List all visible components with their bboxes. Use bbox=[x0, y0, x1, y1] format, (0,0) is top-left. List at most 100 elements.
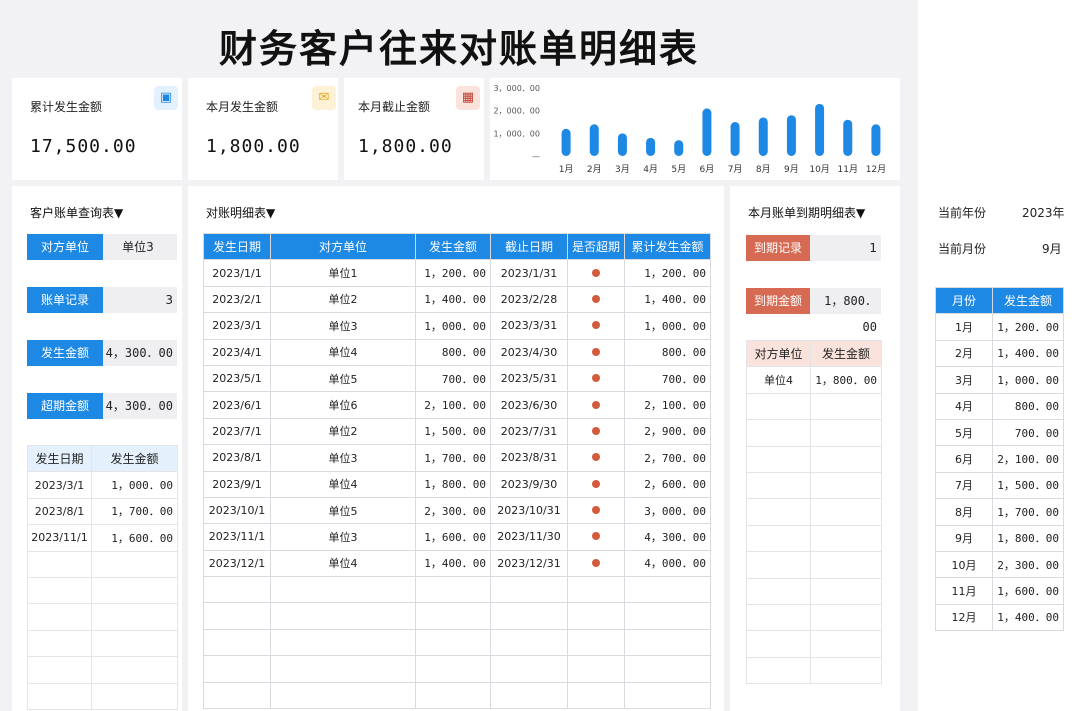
due-records-row: 到期记录 1 bbox=[746, 235, 881, 261]
detail-overdue bbox=[567, 364, 625, 393]
month-amount: 1，400．00 bbox=[992, 339, 1064, 368]
card-month: 本月发生金额 ✉ 1,800.00 bbox=[188, 78, 338, 180]
empty-cell bbox=[567, 576, 625, 604]
card-cutoff: 本月截止金额 ▦ 1,800.00 bbox=[344, 78, 484, 180]
detail-row: 2023/7/1 单位2 1，500．00 2023/7/31 2，900．00 bbox=[203, 417, 711, 446]
detail-cutoff: 2023/6/30 bbox=[490, 391, 568, 419]
empty-cell bbox=[91, 550, 178, 578]
detail-row: 2023/6/1 单位6 2，100．00 2023/6/30 2，100．00 bbox=[203, 391, 711, 419]
empty-cell bbox=[415, 681, 491, 710]
due-panel: 本月账单到期明细表▼ 到期记录 1 到期金额 1，800．00 对方单位 发生金… bbox=[730, 186, 900, 711]
x-tick-label: 7月 bbox=[728, 164, 743, 175]
records-value: 3 bbox=[103, 287, 177, 313]
empty-cell bbox=[746, 577, 811, 605]
query-table-header: 发生日期 发生金额 bbox=[27, 444, 178, 473]
chart-bar bbox=[702, 108, 712, 156]
detail-empty-row bbox=[203, 628, 711, 657]
x-tick-label: 4月 bbox=[643, 164, 658, 175]
month-table-header: 月份 发生金额 bbox=[935, 286, 1064, 315]
overdue-dot-icon bbox=[592, 268, 600, 277]
y-tick-label: 3，000．00 bbox=[493, 84, 540, 93]
detail-header-date: 发生日期 bbox=[203, 232, 271, 261]
amount-row: 发生金额 4，300．00 bbox=[27, 340, 177, 366]
query-date: 2023/11/1 bbox=[27, 524, 92, 552]
amount-value: 4，300．00 bbox=[103, 340, 177, 366]
month-row: 12月 1，400．00 bbox=[935, 603, 1064, 632]
year-value[interactable]: 2023年 bbox=[1022, 204, 1065, 221]
detail-cutoff: 2023/3/31 bbox=[490, 312, 568, 340]
detail-cutoff: 2023/5/31 bbox=[490, 364, 568, 393]
due-empty-row bbox=[746, 392, 882, 421]
month-row: 6月 2，100．00 bbox=[935, 445, 1064, 473]
party-select[interactable]: 单位3 bbox=[103, 234, 177, 260]
detail-cumulative: 1，200．00 bbox=[624, 259, 711, 287]
empty-cell bbox=[810, 471, 882, 500]
empty-cell bbox=[746, 551, 811, 579]
month-amount: 1，500．00 bbox=[992, 471, 1064, 500]
detail-amount: 1，800．00 bbox=[415, 470, 491, 498]
due-records-value: 1 bbox=[810, 235, 881, 261]
detail-overdue bbox=[567, 285, 625, 314]
card-total-value: 17,500.00 bbox=[30, 136, 137, 157]
page-title: 财务客户往来对账单明细表 bbox=[218, 27, 699, 71]
overdue-dot-icon bbox=[592, 294, 600, 303]
x-tick-label: 9月 bbox=[784, 164, 799, 175]
due-table-header: 对方单位 发生金额 bbox=[746, 339, 882, 368]
month-amount: 800．00 bbox=[992, 392, 1064, 420]
detail-row: 2023/10/1 单位5 2，300．00 2023/10/31 3，000．00 bbox=[203, 496, 711, 525]
detail-date: 2023/1/1 bbox=[203, 259, 271, 287]
card-month-value: 1,800.00 bbox=[206, 136, 301, 157]
x-tick-label: 8月 bbox=[756, 164, 771, 175]
due-empty-row bbox=[746, 656, 882, 685]
due-empty-row bbox=[746, 524, 882, 553]
query-amount: 1，600．00 bbox=[91, 524, 178, 552]
month-row: 8月 1，700．00 bbox=[935, 498, 1064, 526]
chart-bar bbox=[815, 103, 825, 156]
query-header-amount: 发生金额 bbox=[91, 444, 178, 473]
due-amount-value: 1，800．00 bbox=[810, 288, 881, 334]
empty-cell bbox=[415, 628, 491, 657]
detail-overdue bbox=[567, 417, 625, 446]
month-row: 4月 800．00 bbox=[935, 392, 1064, 420]
due-empty-row bbox=[746, 471, 882, 500]
detail-overdue bbox=[567, 470, 625, 498]
empty-cell bbox=[27, 656, 92, 684]
detail-row: 2023/5/1 单位5 700．00 2023/5/31 700．00 bbox=[203, 364, 711, 393]
empty-cell bbox=[810, 630, 882, 658]
empty-cell bbox=[490, 602, 568, 630]
query-title[interactable]: 客户账单查询表▼ bbox=[30, 204, 123, 221]
detail-panel: 对账明细表▼ 发生日期 对方单位 发生金额 截止日期 是否超期 累计发生金额 2… bbox=[188, 186, 724, 711]
records-label: 账单记录 bbox=[27, 287, 103, 313]
month-row: 3月 1，000．00 bbox=[935, 366, 1064, 394]
month-row: 9月 1，800．00 bbox=[935, 524, 1064, 552]
query-empty-row bbox=[27, 550, 178, 578]
monthly-chart: 3，000．00 2，000．00 1，000．00 — 1月 2月 3月 4月 5月 6月 7月 8… bbox=[490, 78, 900, 180]
due-empty-row bbox=[746, 603, 882, 632]
detail-cumulative: 800．00 bbox=[624, 338, 711, 366]
detail-date: 2023/10/1 bbox=[203, 496, 271, 525]
query-row: 2023/3/1 1，000．00 bbox=[27, 471, 178, 499]
month-table-body: 1月 1，200．00 2月 1，400．00 3月 1，000．00 4月 800．00 5月… bbox=[935, 313, 1064, 632]
month-label: 当前月份 bbox=[938, 242, 987, 256]
empty-cell bbox=[91, 629, 178, 658]
month-name: 9月 bbox=[935, 524, 993, 552]
x-tick-label: 10月 bbox=[809, 164, 829, 175]
detail-date: 2023/8/1 bbox=[203, 444, 271, 472]
empty-cell bbox=[810, 498, 882, 526]
month-value[interactable]: 9月 bbox=[1042, 240, 1062, 257]
empty-cell bbox=[810, 419, 882, 447]
detail-title[interactable]: 对账明细表▼ bbox=[206, 204, 275, 221]
chart-bar bbox=[674, 140, 684, 156]
query-date: 2023/3/1 bbox=[27, 471, 92, 499]
detail-amount: 1，400．00 bbox=[415, 549, 491, 578]
x-tick-label: 2月 bbox=[587, 164, 602, 175]
month-amount: 2，100．00 bbox=[992, 445, 1064, 473]
detail-party: 单位1 bbox=[270, 259, 416, 287]
month-name: 3月 bbox=[935, 366, 993, 394]
empty-cell bbox=[91, 656, 178, 684]
empty-cell bbox=[270, 655, 416, 683]
due-title[interactable]: 本月账单到期明细表▼ bbox=[748, 204, 865, 221]
detail-table-header: 发生日期 对方单位 发生金额 截止日期 是否超期 累计发生金额 bbox=[203, 232, 711, 261]
due-empty-row bbox=[746, 419, 882, 447]
detail-cutoff: 2023/11/30 bbox=[490, 523, 568, 551]
